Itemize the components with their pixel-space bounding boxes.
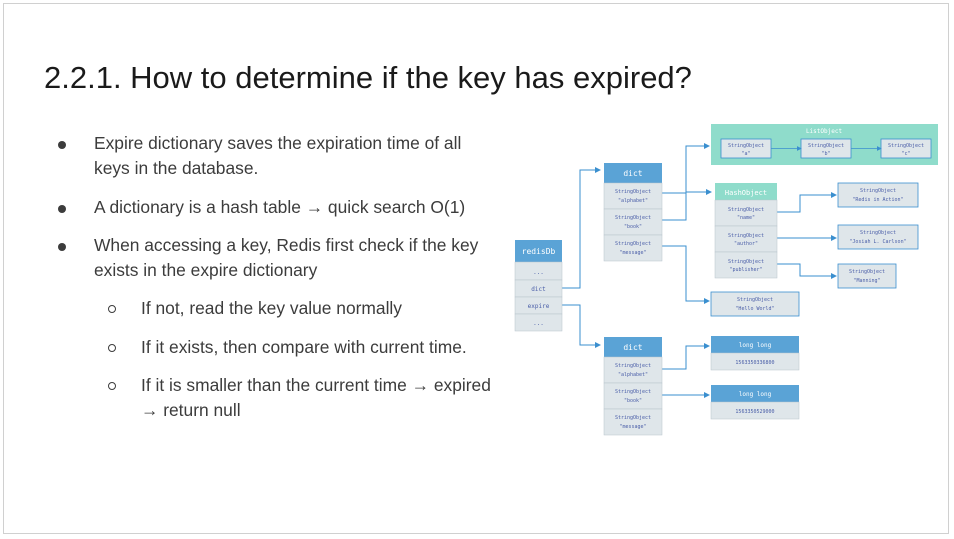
dict-cell-key: "book" bbox=[624, 224, 642, 230]
list-item-value: "b" bbox=[821, 151, 830, 157]
hash-value-text: "Redis in Action" bbox=[852, 197, 903, 203]
list-item-type: StringObject bbox=[808, 143, 844, 149]
long-value: 1563350336800 bbox=[735, 360, 774, 366]
long-value: 1563350529000 bbox=[735, 409, 774, 415]
dict-cell-type: StringObject bbox=[615, 241, 651, 247]
list-item-type: StringObject bbox=[728, 143, 764, 149]
long-header: long long bbox=[739, 342, 772, 349]
dict-cell-key: "alphabet" bbox=[618, 198, 648, 204]
dict-cell-type: StringObject bbox=[615, 215, 651, 221]
edge-alphabet-to-list bbox=[662, 143, 710, 194]
dict-cell-type: StringObject bbox=[615, 415, 651, 421]
hash-cell-type: StringObject bbox=[728, 233, 764, 239]
hash-cell-type: StringObject bbox=[728, 259, 764, 265]
dict-cell-type: StringObject bbox=[615, 389, 651, 395]
long-header: long long bbox=[739, 391, 772, 398]
list-item-value: "a" bbox=[741, 151, 750, 157]
hash-value-text: "Manning" bbox=[853, 278, 880, 284]
edge-alphabet-to-long bbox=[662, 343, 710, 370]
hash-cell-key: "publisher" bbox=[729, 267, 762, 273]
edge-dict-to-main bbox=[562, 167, 601, 289]
redis-expire-diagram: redisDb ... dict expire ... dict StringO… bbox=[514, 124, 938, 436]
redisdb-cell: ... bbox=[533, 320, 544, 327]
hash-value-type: StringObject bbox=[849, 269, 885, 275]
dict-main-box: dict StringObject "alphabet" StringObjec… bbox=[603, 163, 663, 262]
hash-values: StringObject "Redis in Action" StringObj… bbox=[837, 182, 919, 289]
edge-expire-to-dict bbox=[562, 304, 601, 348]
hash-object-header: HashObject bbox=[725, 189, 767, 197]
dict-header: dict bbox=[623, 169, 642, 178]
hash-value-type: StringObject bbox=[860, 230, 896, 236]
hash-object-box: HashObject StringObject "name" StringObj… bbox=[714, 183, 778, 279]
edge-name-to-value bbox=[777, 192, 837, 213]
dict-expire-box: dict StringObject "alphabet" StringObjec… bbox=[603, 337, 663, 436]
hash-value-text: "Josiah L. Carlson" bbox=[849, 239, 906, 245]
dict-cell-type: StringObject bbox=[615, 363, 651, 369]
long-value-box: long long 1563350336800 bbox=[710, 336, 800, 371]
dict-cell-key: "alphabet" bbox=[618, 372, 648, 378]
redisdb-cell: dict bbox=[531, 286, 546, 293]
edge-book-to-hash bbox=[662, 189, 712, 221]
dict-header: dict bbox=[623, 343, 642, 352]
redisdb-cell: ... bbox=[533, 269, 544, 276]
string-type: StringObject bbox=[737, 297, 773, 303]
hash-cell-type: StringObject bbox=[728, 207, 764, 213]
edge-publisher-to-value bbox=[777, 263, 837, 279]
hash-cell-key: "author" bbox=[734, 241, 758, 247]
long-value-box: long long 1563350529000 bbox=[710, 385, 800, 420]
edge-message-to-string bbox=[662, 245, 710, 304]
dict-cell-type: StringObject bbox=[615, 189, 651, 195]
list-item-value: "c" bbox=[901, 151, 910, 157]
dict-cell-key: "message" bbox=[619, 250, 646, 256]
dict-cell-key: "book" bbox=[624, 398, 642, 404]
hash-cell-key: "name" bbox=[737, 215, 755, 221]
hash-value-type: StringObject bbox=[860, 188, 896, 194]
list-object-header: ListObject bbox=[806, 128, 843, 135]
string-object-box: StringObject "Hello World" bbox=[710, 291, 800, 317]
redisdb-header: redisDb bbox=[522, 247, 556, 256]
list-item-type: StringObject bbox=[888, 143, 924, 149]
redisdb-cell: expire bbox=[528, 303, 550, 310]
list-object-box: ListObject StringObject "a" StringObject… bbox=[711, 124, 938, 165]
redisdb-box: redisDb ... dict expire ... bbox=[514, 240, 563, 332]
dict-cell-key: "message" bbox=[619, 424, 646, 430]
string-value: "Hello World" bbox=[735, 306, 774, 312]
